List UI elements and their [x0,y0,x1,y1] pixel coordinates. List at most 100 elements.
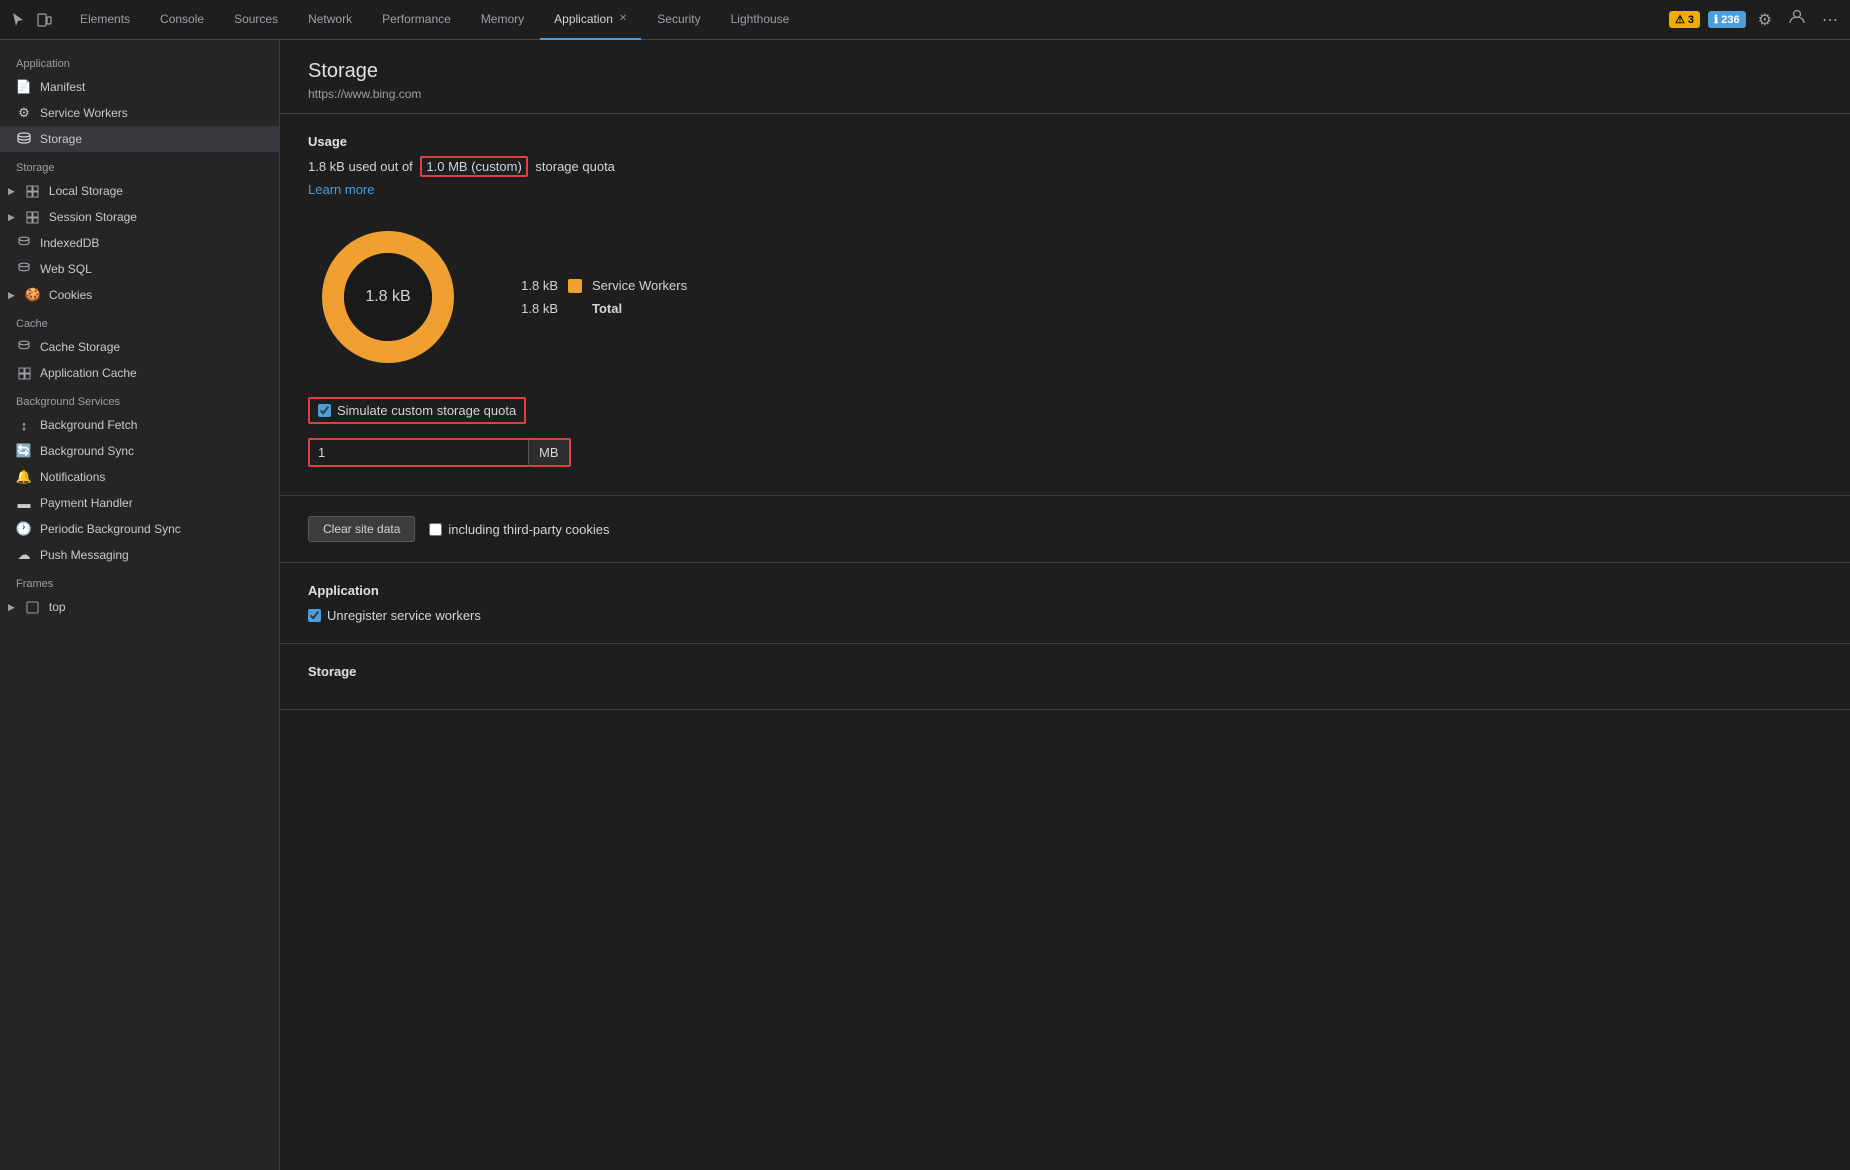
device-icon[interactable] [34,10,54,30]
arrow-icon-3: ▶ [8,290,15,301]
sidebar-item-manifest[interactable]: 📄 Manifest [0,74,279,100]
clear-site-data-button[interactable]: Clear site data [308,516,415,542]
learn-more-link[interactable]: Learn more [308,182,1822,197]
legend-color-total [568,302,582,316]
tab-elements[interactable]: Elements [66,0,144,40]
sidebar-item-web-sql[interactable]: Web SQL [0,256,279,282]
sidebar-section-storage: Storage [0,152,279,178]
payment-handler-icon: ▬ [16,495,32,511]
indexeddb-icon [16,235,32,251]
donut-chart: 1.8 kB [308,217,468,377]
warn-badge[interactable]: ⚠ 3 [1669,11,1700,28]
sidebar-item-cookies[interactable]: ▶ 🍪 Cookies [0,282,279,308]
donut-center-label: 1.8 kB [365,288,410,306]
quota-highlight: 1.0 MB (custom) [420,156,527,177]
info-badge[interactable]: ℹ 236 [1708,11,1746,28]
unregister-sw-checkbox[interactable] [308,609,321,622]
local-storage-icon [25,183,41,199]
third-party-cookies-checkbox[interactable] [429,523,442,536]
sidebar-section-application: Application [0,48,279,74]
chart-legend: 1.8 kB Service Workers 1.8 kB Total [508,278,687,316]
tab-performance[interactable]: Performance [368,0,465,40]
sidebar: Application 📄 Manifest ⚙ Service Workers… [0,40,280,1170]
unregister-sw-label[interactable]: Unregister service workers [308,608,1822,623]
sidebar-item-periodic-bg-sync[interactable]: 🕐 Periodic Background Sync [0,516,279,542]
cursor-icon[interactable] [8,10,28,30]
legend-color-service-workers [568,279,582,293]
bg-fetch-icon: ↕ [16,417,32,433]
sidebar-item-notifications[interactable]: 🔔 Notifications [0,464,279,490]
tab-sources[interactable]: Sources [220,0,292,40]
sidebar-item-bg-sync[interactable]: 🔄 Background Sync [0,438,279,464]
quota-unit: MB [528,438,571,467]
sidebar-section-cache: Cache [0,308,279,334]
page-title: Storage [308,60,1822,83]
quota-input[interactable] [308,438,528,467]
notifications-icon: 🔔 [16,469,32,485]
web-sql-icon [16,261,32,277]
third-party-cookies-label[interactable]: including third-party cookies [429,522,609,537]
legend-row-service-workers: 1.8 kB Service Workers [508,278,687,293]
sidebar-item-local-storage[interactable]: ▶ Local Storage [0,178,279,204]
main-layout: Application 📄 Manifest ⚙ Service Workers… [0,40,1850,1170]
simulate-label: Simulate custom storage quota [337,403,516,418]
tab-application[interactable]: Application ✕ [540,0,641,40]
tab-network[interactable]: Network [294,0,366,40]
manifest-icon: 📄 [16,79,32,95]
settings-icon[interactable]: ⚙ [1754,6,1776,34]
tab-memory[interactable]: Memory [467,0,538,40]
chart-area: 1.8 kB 1.8 kB Service Workers 1.8 kB Tot… [308,217,1822,377]
clear-section: Clear site data including third-party co… [280,496,1850,563]
quota-input-row: MB [308,438,1822,467]
storage-section-bottom: Storage [280,644,1850,710]
more-icon[interactable]: ⋯ [1818,6,1842,34]
bg-sync-icon: 🔄 [16,443,32,459]
tab-lighthouse[interactable]: Lighthouse [717,0,804,40]
storage-icon [16,131,32,147]
sidebar-item-bg-fetch[interactable]: ↕ Background Fetch [0,412,279,438]
page-url: https://www.bing.com [308,87,1822,101]
simulate-checkbox[interactable] [318,404,331,417]
tab-security[interactable]: Security [643,0,714,40]
sidebar-item-push-messaging[interactable]: ☁ Push Messaging [0,542,279,568]
periodic-bg-sync-icon: 🕐 [16,521,32,537]
service-workers-icon: ⚙ [16,105,32,121]
top-frame-icon [25,599,41,615]
user-icon[interactable] [1784,4,1810,35]
arrow-icon-top: ▶ [8,602,15,613]
sidebar-item-payment-handler[interactable]: ▬ Payment Handler [0,490,279,516]
sidebar-item-top[interactable]: ▶ top [0,594,279,620]
session-storage-icon [25,209,41,225]
app-section-title: Application [308,583,1822,598]
toolbar: Elements Console Sources Network Perform… [0,0,1850,40]
content-header: Storage https://www.bing.com [280,40,1850,114]
sidebar-section-frames: Frames [0,568,279,594]
toolbar-right: ⚠ 3 ℹ 236 ⚙ ⋯ [1669,4,1842,35]
arrow-icon-2: ▶ [8,212,15,223]
sidebar-item-cache-storage[interactable]: Cache Storage [0,334,279,360]
sidebar-item-application-cache[interactable]: Application Cache [0,360,279,386]
application-cache-icon [16,365,32,381]
tab-bar: Elements Console Sources Network Perform… [66,0,1669,40]
close-tab-icon[interactable]: ✕ [619,13,627,24]
cookies-icon: 🍪 [25,287,41,303]
sidebar-section-bg-services: Background Services [0,386,279,412]
toolbar-icons [8,10,54,30]
tab-console[interactable]: Console [146,0,218,40]
simulate-row: Simulate custom storage quota [308,397,1822,424]
usage-heading: Usage [308,134,1822,149]
content-area: Storage https://www.bing.com Usage 1.8 k… [280,40,1850,1170]
sidebar-item-storage[interactable]: Storage [0,126,279,152]
sidebar-item-session-storage[interactable]: ▶ Session Storage [0,204,279,230]
usage-section: Usage 1.8 kB used out of 1.0 MB (custom)… [280,114,1850,496]
push-messaging-icon: ☁ [16,547,32,563]
legend-row-total: 1.8 kB Total [508,301,687,316]
sidebar-item-service-workers[interactable]: ⚙ Service Workers [0,100,279,126]
sidebar-item-indexeddb[interactable]: IndexedDB [0,230,279,256]
storage-section-title: Storage [308,664,1822,679]
cache-storage-icon [16,339,32,355]
clear-row: Clear site data including third-party co… [308,516,1822,542]
arrow-icon: ▶ [8,186,15,197]
simulate-checkbox-wrapper[interactable]: Simulate custom storage quota [308,397,526,424]
usage-text: 1.8 kB used out of 1.0 MB (custom) stora… [308,159,1822,174]
